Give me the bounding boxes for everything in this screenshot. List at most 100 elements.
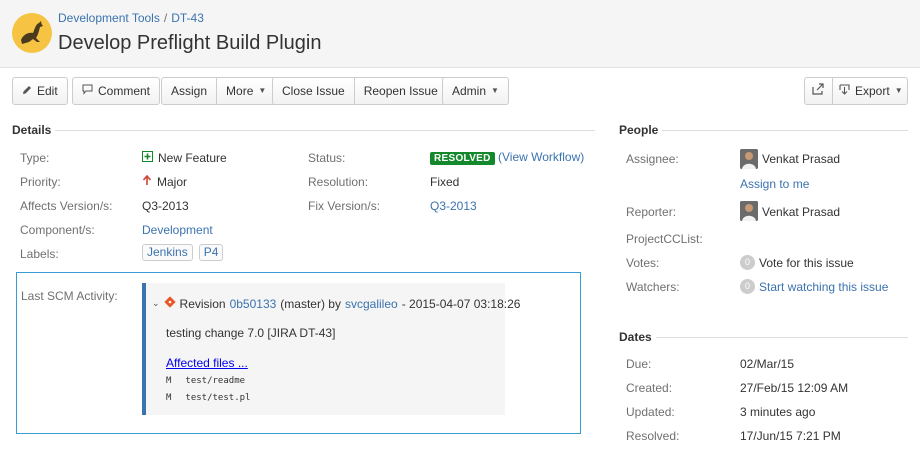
scm-revision-card: ⌄ Revision 0b50133 (master) by svcgalile… <box>142 283 520 415</box>
collapse-chevron-icon[interactable]: ⌄ <box>152 298 160 309</box>
close-issue-label: Close Issue <box>282 84 345 98</box>
priority-value: Major <box>142 174 188 189</box>
status-label: Status: <box>308 151 346 165</box>
dates-heading: Dates <box>619 330 652 344</box>
reporter-name[interactable]: Venkat Prasad <box>762 205 840 219</box>
fix-version-link[interactable]: Q3-2013 <box>430 199 477 213</box>
people-divider <box>662 130 908 131</box>
breadcrumb-project-link[interactable]: Development Tools <box>58 11 160 25</box>
file-path: test/test.pl <box>185 393 251 403</box>
reopen-issue-label: Reopen Issue <box>363 84 438 98</box>
revision-timestamp: - 2015-04-07 03:18:26 <box>401 296 521 311</box>
share-button[interactable] <box>805 78 832 104</box>
export-icon <box>839 78 850 104</box>
chevron-down-icon: ▼ <box>258 86 267 95</box>
reporter-avatar <box>740 201 758 221</box>
scm-activity-label: Last SCM Activity: <box>21 289 118 303</box>
file-change-mode: M <box>166 393 172 403</box>
reporter-label: Reporter: <box>626 205 677 219</box>
edit-button-group: Edit <box>12 77 68 105</box>
file-row: Mtest/readme <box>166 376 245 386</box>
updated-value: 3 minutes ago <box>740 405 816 419</box>
vote-for-issue-text: Vote for this issue <box>759 255 854 270</box>
workflow-button-group: Close Issue Reopen Issue <box>272 77 448 105</box>
share-export-button-group: Export ▼ <box>804 77 908 105</box>
more-dropdown-button[interactable]: More ▼ <box>216 78 275 104</box>
created-label: Created: <box>626 381 673 395</box>
label-tag-p4[interactable]: P4 <box>198 244 224 261</box>
export-button-label: Export <box>855 84 890 98</box>
label-tag-jenkins[interactable]: Jenkins <box>142 244 193 261</box>
affects-version-label: Affects Version/s: <box>20 199 113 213</box>
people-heading: People <box>619 123 659 137</box>
comment-button[interactable]: Comment <box>73 78 159 104</box>
watchers-label: Watchers: <box>626 280 680 294</box>
revision-line: ⌄ Revision 0b50133 (master) by svcgalile… <box>152 296 520 311</box>
components-label: Component/s: <box>20 223 95 237</box>
comment-button-label: Comment <box>98 84 151 98</box>
due-value: 02/Mar/15 <box>740 357 795 371</box>
fix-version-label: Fix Version/s: <box>308 199 381 213</box>
assign-button[interactable]: Assign <box>162 78 216 104</box>
export-dropdown-button[interactable]: Export ▼ <box>832 78 909 104</box>
due-label: Due: <box>626 357 652 371</box>
new-feature-icon <box>142 151 153 165</box>
edit-button-label: Edit <box>37 84 58 98</box>
created-value: 27/Feb/15 12:09 AM <box>740 381 849 395</box>
details-divider <box>55 130 595 131</box>
close-issue-button[interactable]: Close Issue <box>273 78 354 104</box>
type-label: Type: <box>20 151 50 165</box>
admin-button-group: Admin ▼ <box>442 77 509 105</box>
watcher-count-badge: 0 <box>740 279 755 294</box>
type-value: New Feature <box>142 151 227 165</box>
votes-label: Votes: <box>626 256 660 270</box>
breadcrumb-separator: / <box>163 11 168 25</box>
resolved-value: 17/Jun/15 7:21 PM <box>740 429 841 443</box>
start-watching-link[interactable]: Start watching this issue <box>759 280 888 294</box>
admin-dropdown-button[interactable]: Admin ▼ <box>443 78 508 104</box>
breadcrumb-issue-key-link[interactable]: DT-43 <box>171 11 204 25</box>
file-path: test/readme <box>185 376 246 386</box>
page-title: Develop Preflight Build Plugin <box>58 32 322 54</box>
pencil-icon <box>22 78 32 104</box>
project-logo-kangaroo-icon[interactable] <box>12 13 52 53</box>
revision-author-link[interactable]: svcgalileo <box>345 297 398 311</box>
resolution-value: Fixed <box>430 175 460 189</box>
comment-button-group: Comment <box>72 77 161 105</box>
assignee-name[interactable]: Venkat Prasad <box>762 152 840 166</box>
scm-activity-panel: Last SCM Activity: ⌄ Revision 0b50133 (m… <box>16 272 581 434</box>
assignee-label: Assignee: <box>626 152 679 166</box>
admin-button-label: Admin <box>452 84 487 98</box>
updated-label: Updated: <box>626 405 675 419</box>
edit-button[interactable]: Edit <box>13 78 67 104</box>
affects-version-value: Q3-2013 <box>142 199 189 213</box>
issue-header: Development Tools / DT-43 Develop Prefligh… <box>0 0 920 68</box>
revision-branch: (master) by <box>280 296 341 311</box>
status-badge: RESOLVED <box>430 152 495 165</box>
more-button-label: More <box>226 84 254 98</box>
assign-button-label: Assign <box>171 84 208 98</box>
comment-icon <box>82 78 93 104</box>
affected-files-link[interactable]: Affected files ... <box>166 356 248 370</box>
file-change-mode: M <box>166 376 172 386</box>
component-link[interactable]: Development <box>142 223 213 237</box>
priority-value-text: Major <box>157 175 188 189</box>
file-row: Mtest/test.pl <box>166 393 250 403</box>
reopen-issue-button[interactable]: Reopen Issue <box>353 78 447 104</box>
status-value: RESOLVED (View Workflow) <box>430 150 584 165</box>
priority-label: Priority: <box>20 175 61 189</box>
details-heading: Details <box>12 123 52 137</box>
dates-divider <box>656 337 908 338</box>
votes-value: 0 Vote for this issue <box>740 255 854 270</box>
commit-message: testing change 7.0 [JIRA DT-43] <box>166 326 336 340</box>
chevron-down-icon: ▼ <box>894 86 903 95</box>
revision-id-link[interactable]: 0b50133 <box>230 297 277 311</box>
assignee-avatar <box>740 149 758 169</box>
share-icon <box>812 78 825 104</box>
labels-label: Labels: <box>20 247 59 261</box>
resolved-label: Resolved: <box>626 429 680 443</box>
breadcrumb: Development Tools / DT-43 <box>58 11 204 25</box>
assign-to-me-link[interactable]: Assign to me <box>740 177 809 191</box>
view-workflow-link[interactable]: (View Workflow) <box>498 150 584 164</box>
assign-more-button-group: Assign More ▼ <box>161 77 277 105</box>
